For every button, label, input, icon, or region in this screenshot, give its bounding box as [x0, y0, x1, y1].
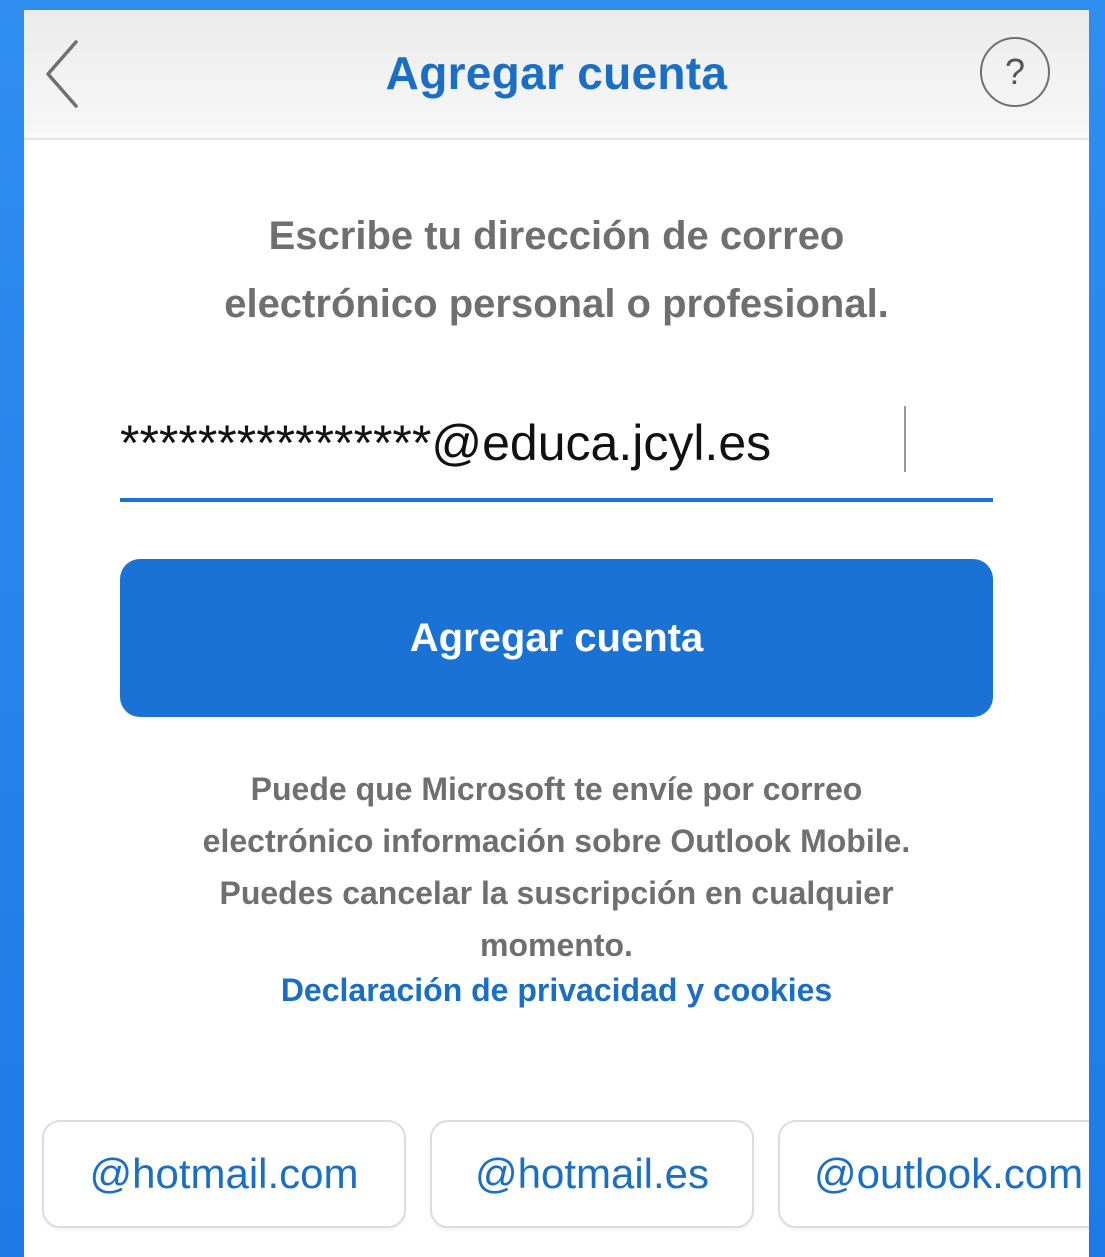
- domain-chip-hotmail-es[interactable]: @hotmail.es: [430, 1120, 754, 1228]
- instructions-line: Escribe tu dirección de correo: [268, 214, 845, 258]
- email-input[interactable]: [120, 392, 993, 494]
- email-field: [120, 392, 993, 502]
- text-cursor: [904, 406, 906, 472]
- marketing-disclaimer: Puede que Microsoft te envíe por correo …: [144, 763, 969, 971]
- add-account-button[interactable]: Agregar cuenta: [120, 559, 993, 717]
- privacy-cookies-link[interactable]: Declaración de privacidad y cookies: [144, 972, 969, 1009]
- question-mark-icon: ?: [1004, 51, 1026, 92]
- domain-chip-hotmail-com[interactable]: @hotmail.com: [42, 1120, 406, 1228]
- navigation-bar: Agregar cuenta ?: [24, 10, 1089, 140]
- disclaimer-line: Puedes cancelar la suscripción en cualqu…: [219, 875, 894, 911]
- instructions-text: Escribe tu dirección de correo electróni…: [124, 202, 989, 338]
- disclaimer-line: Puede que Microsoft te envíe por correo: [250, 771, 863, 807]
- disclaimer-line: electrónico información sobre Outlook Mo…: [202, 823, 911, 859]
- instructions-line: electrónico personal o profesional.: [224, 282, 889, 326]
- help-button[interactable]: ?: [980, 37, 1050, 107]
- add-account-screen: Agregar cuenta ? Escribe tu dirección de…: [24, 10, 1089, 1257]
- page-title: Agregar cuenta: [385, 47, 728, 99]
- disclaimer-line: momento.: [480, 927, 633, 963]
- domain-chip-outlook-com[interactable]: @outlook.com: [778, 1120, 1089, 1228]
